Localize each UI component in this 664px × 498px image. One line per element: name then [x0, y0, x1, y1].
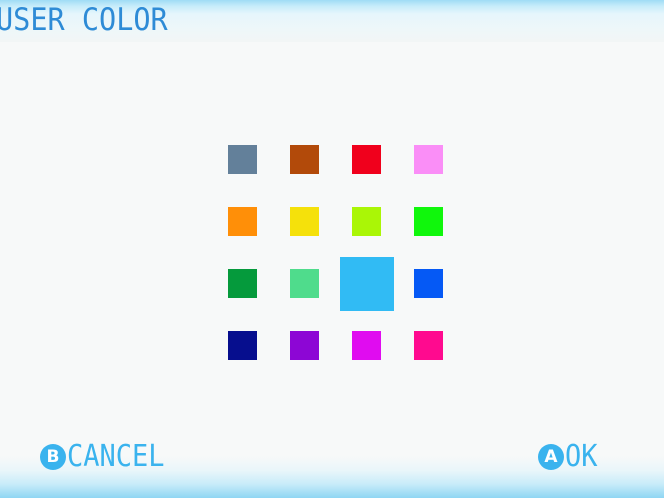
color-swatch[interactable] — [352, 331, 381, 360]
color-swatch[interactable] — [290, 207, 319, 236]
color-swatch[interactable] — [414, 331, 443, 360]
color-swatch[interactable] — [352, 207, 381, 236]
color-swatch[interactable] — [228, 331, 257, 360]
color-swatch-selected[interactable] — [339, 256, 394, 311]
ok-label: OK — [565, 439, 598, 474]
cancel-label: CANCEL — [67, 439, 165, 474]
user-color-screen: USER COLOR B CANCEL A OK — [0, 0, 664, 498]
color-swatch[interactable] — [290, 145, 319, 174]
color-swatch[interactable] — [352, 145, 381, 174]
color-swatch[interactable] — [414, 207, 443, 236]
color-swatch[interactable] — [414, 145, 443, 174]
color-swatch[interactable] — [290, 331, 319, 360]
color-swatch[interactable] — [228, 207, 257, 236]
color-palette-grid — [0, 0, 664, 498]
color-swatch[interactable] — [414, 269, 443, 298]
cancel-button[interactable]: B CANCEL — [40, 437, 175, 477]
color-swatch[interactable] — [228, 145, 257, 174]
a-button-icon: A — [538, 444, 564, 470]
color-swatch[interactable] — [228, 269, 257, 298]
ok-button[interactable]: A OK — [538, 437, 601, 477]
b-button-icon: B — [40, 444, 66, 470]
color-swatch[interactable] — [290, 269, 319, 298]
